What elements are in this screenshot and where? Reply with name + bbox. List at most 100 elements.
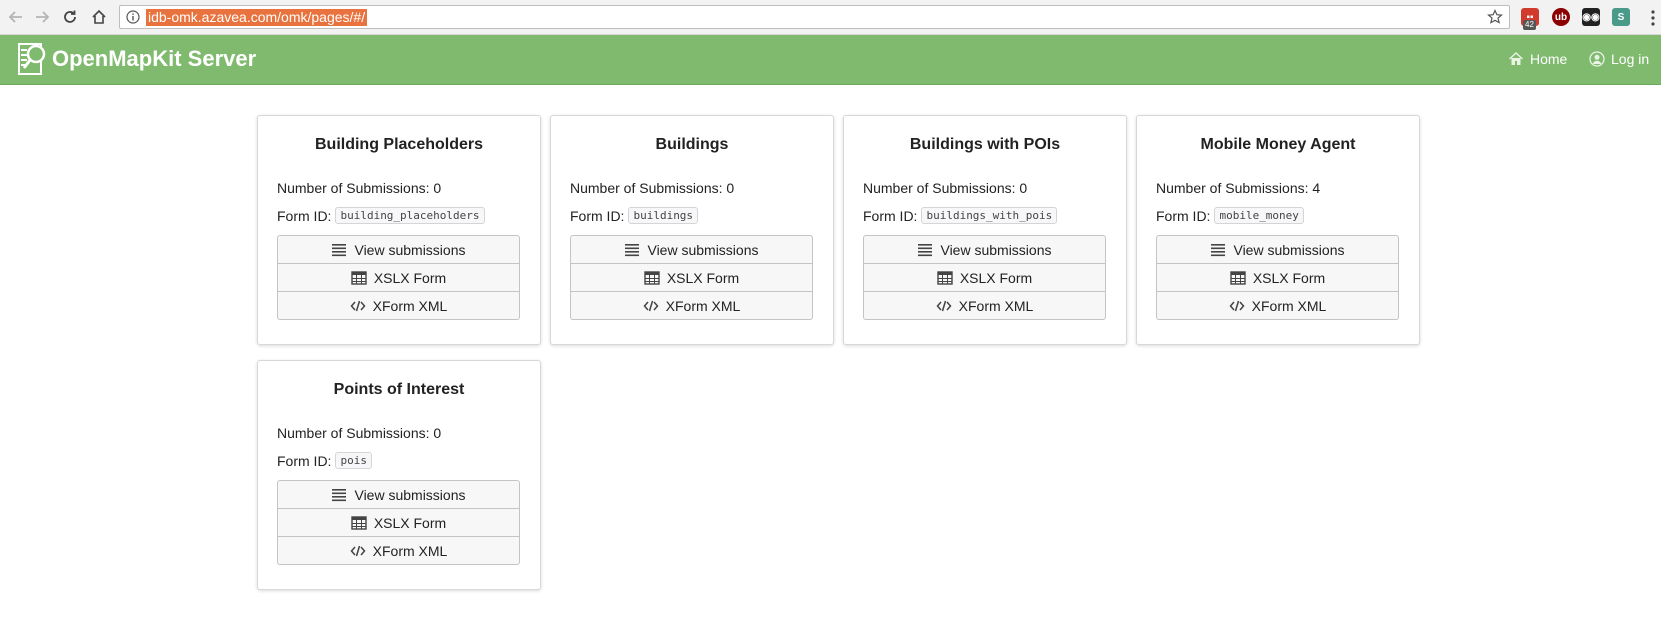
xslx-form-button[interactable]: XSLX Form <box>277 509 520 537</box>
bookmark-star-icon[interactable] <box>1487 9 1503 25</box>
list-icon <box>332 488 347 501</box>
nav-login-label: Log in <box>1611 51 1650 67</box>
view-submissions-label: View submissions <box>940 241 1052 258</box>
xform-xml-button[interactable]: XForm XML <box>1156 292 1399 320</box>
xform-xml-label: XForm XML <box>372 297 448 314</box>
form-id-row: Form ID: pois <box>277 452 372 469</box>
xform-xml-button[interactable]: XForm XML <box>570 292 813 320</box>
form-title: Buildings with POIs <box>909 136 1061 153</box>
browser-menu-icon[interactable] <box>1650 9 1656 27</box>
xslx-form-button[interactable]: XSLX Form <box>277 264 520 292</box>
xslx-form-button[interactable]: XSLX Form <box>570 264 813 292</box>
form-id-label: Form ID: <box>277 452 332 469</box>
xslx-form-label: XSLX Form <box>1252 269 1326 286</box>
xslx-form-label: XSLX Form <box>373 514 447 531</box>
form-id-code: buildings_with_pois <box>921 207 1058 224</box>
xslx-form-button[interactable]: XSLX Form <box>1156 264 1399 292</box>
view-submissions-label: View submissions <box>1233 241 1345 258</box>
view-submissions-label: View submissions <box>354 486 466 503</box>
code-icon <box>1229 300 1245 311</box>
ublock-extension-icon[interactable]: ub <box>1552 8 1570 26</box>
form-id-row: Form ID: buildings <box>570 207 699 224</box>
form-card: Points of Interest Number of Submissions… <box>257 360 541 590</box>
form-id-code: buildings <box>628 207 699 224</box>
form-card: Buildings with POIs Number of Submission… <box>843 115 1127 345</box>
brand[interactable]: OpenMapKit Server <box>16 41 256 77</box>
view-submissions-button[interactable]: View submissions <box>1156 235 1399 264</box>
info-icon[interactable] <box>126 10 140 24</box>
form-id-label: Form ID: <box>1156 207 1211 224</box>
nav-home-label: Home <box>1530 51 1568 67</box>
table-icon <box>1230 270 1246 285</box>
submissions-label: Number of Submissions: <box>570 180 727 196</box>
xform-xml-button[interactable]: XForm XML <box>863 292 1106 320</box>
submissions-count: Number of Submissions: 0 <box>277 180 441 196</box>
xform-xml-label: XForm XML <box>665 297 741 314</box>
table-icon <box>351 270 367 285</box>
view-submissions-button[interactable]: View submissions <box>570 235 813 264</box>
address-bar[interactable]: idb-omk.azavea.com/omk/pages/#/ <box>119 5 1510 29</box>
list-icon <box>918 243 933 256</box>
view-submissions-label: View submissions <box>647 241 759 258</box>
submissions-label: Number of Submissions: <box>277 180 434 196</box>
form-id-code: mobile_money <box>1214 207 1304 224</box>
xform-xml-label: XForm XML <box>1251 297 1327 314</box>
back-button[interactable] <box>6 7 26 27</box>
xform-xml-label: XForm XML <box>958 297 1034 314</box>
submissions-label: Number of Submissions: <box>1156 180 1313 196</box>
user-circle-icon <box>1589 51 1605 67</box>
reload-button[interactable] <box>60 7 80 27</box>
nav-login-link[interactable]: Log in <box>1589 51 1649 67</box>
form-id-label: Form ID: <box>863 207 918 224</box>
xslx-form-button[interactable]: XSLX Form <box>863 264 1106 292</box>
arrow-left-icon <box>8 11 22 23</box>
form-card: Mobile Money Agent Number of Submissions… <box>1136 115 1420 345</box>
form-id-row: Form ID: buildings_with_pois <box>863 207 1058 224</box>
table-icon <box>644 270 660 285</box>
view-submissions-button[interactable]: View submissions <box>277 235 520 264</box>
submissions-value: 4 <box>1312 180 1321 196</box>
home-button[interactable] <box>89 7 109 27</box>
xform-xml-button[interactable]: XForm XML <box>277 292 520 320</box>
form-title: Building Placeholders <box>314 136 484 153</box>
code-icon <box>350 300 366 311</box>
extension-badge: 42 <box>1523 20 1536 30</box>
form-title: Mobile Money Agent <box>1200 136 1356 153</box>
submissions-count: Number of Submissions: 4 <box>1156 180 1320 196</box>
form-id-code: building_placeholders <box>335 207 485 224</box>
forward-button[interactable] <box>32 7 52 27</box>
form-id-row: Form ID: building_placeholders <box>277 207 485 224</box>
xslx-form-label: XSLX Form <box>373 269 447 286</box>
submissions-value: 0 <box>433 425 442 441</box>
table-icon <box>351 515 367 530</box>
xform-xml-button[interactable]: XForm XML <box>277 537 520 565</box>
view-submissions-label: View submissions <box>354 241 466 258</box>
form-id-row: Form ID: mobile_money <box>1156 207 1304 224</box>
xform-xml-label: XForm XML <box>372 542 448 559</box>
home-icon <box>92 9 106 24</box>
submissions-label: Number of Submissions: <box>863 180 1020 196</box>
table-icon <box>937 270 953 285</box>
glasses-extension-icon[interactable]: ◉◉ <box>1582 8 1600 26</box>
xslx-form-label: XSLX Form <box>959 269 1033 286</box>
arrow-right-icon <box>36 11 50 23</box>
view-submissions-button[interactable]: View submissions <box>863 235 1106 264</box>
brand-title: OpenMapKit Server <box>52 46 257 71</box>
reload-icon <box>64 10 76 23</box>
code-icon <box>643 300 659 311</box>
form-id-label: Form ID: <box>570 207 625 224</box>
url-text[interactable]: idb-omk.azavea.com/omk/pages/#/ <box>146 9 368 26</box>
home-icon <box>1508 51 1524 65</box>
submissions-value: 0 <box>726 180 735 196</box>
form-card: Building Placeholders Number of Submissi… <box>257 115 541 345</box>
form-id-label: Form ID: <box>277 207 332 224</box>
app-navbar: OpenMapKit Server Home Log in <box>0 35 1661 85</box>
s-extension-icon[interactable]: S <box>1612 8 1630 26</box>
submissions-count: Number of Submissions: 0 <box>277 425 441 441</box>
submissions-count: Number of Submissions: 0 <box>863 180 1027 196</box>
nav-home-link[interactable]: Home <box>1508 51 1567 67</box>
view-submissions-button[interactable]: View submissions <box>277 480 520 509</box>
browser-toolbar: idb-omk.azavea.com/omk/pages/#/ ▪▪ 42 ub… <box>0 0 1661 35</box>
xslx-form-label: XSLX Form <box>666 269 740 286</box>
submissions-value: 0 <box>433 180 442 196</box>
